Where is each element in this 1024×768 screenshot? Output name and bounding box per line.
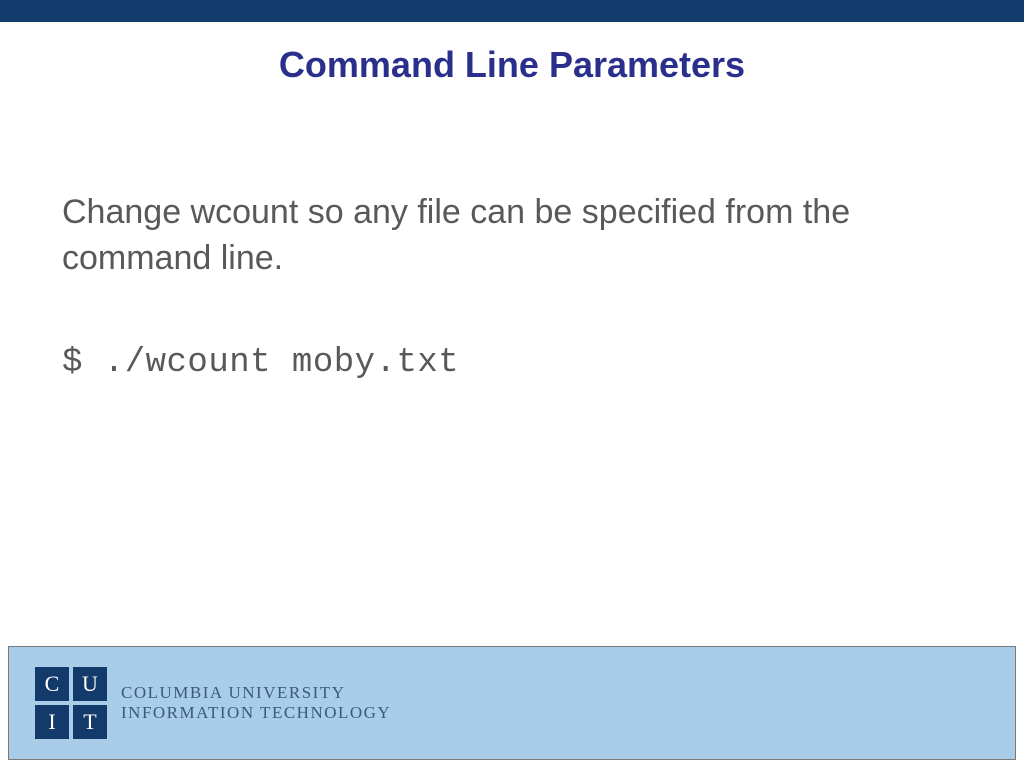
org-name-line1: COLUMBIA UNIVERSITY (121, 683, 391, 703)
logo-cell-u: U (73, 667, 107, 701)
org-name-line2: INFORMATION TECHNOLOGY (121, 703, 391, 723)
slide-body: Change wcount so any file can be specifi… (62, 190, 962, 382)
logo-cell-t: T (73, 705, 107, 739)
logo-grid: C U I T (35, 667, 107, 739)
footer-bar: C U I T COLUMBIA UNIVERSITY INFORMATION … (8, 646, 1016, 760)
footer-logo: C U I T COLUMBIA UNIVERSITY INFORMATION … (35, 667, 391, 739)
code-line: $ ./wcount moby.txt (62, 344, 962, 382)
slide-title: Command Line Parameters (0, 44, 1024, 86)
logo-text: COLUMBIA UNIVERSITY INFORMATION TECHNOLO… (121, 683, 391, 723)
body-text: Change wcount so any file can be specifi… (62, 190, 962, 282)
logo-cell-c: C (35, 667, 69, 701)
top-bar (0, 0, 1024, 22)
logo-cell-i: I (35, 705, 69, 739)
slide: Command Line Parameters Change wcount so… (0, 0, 1024, 768)
